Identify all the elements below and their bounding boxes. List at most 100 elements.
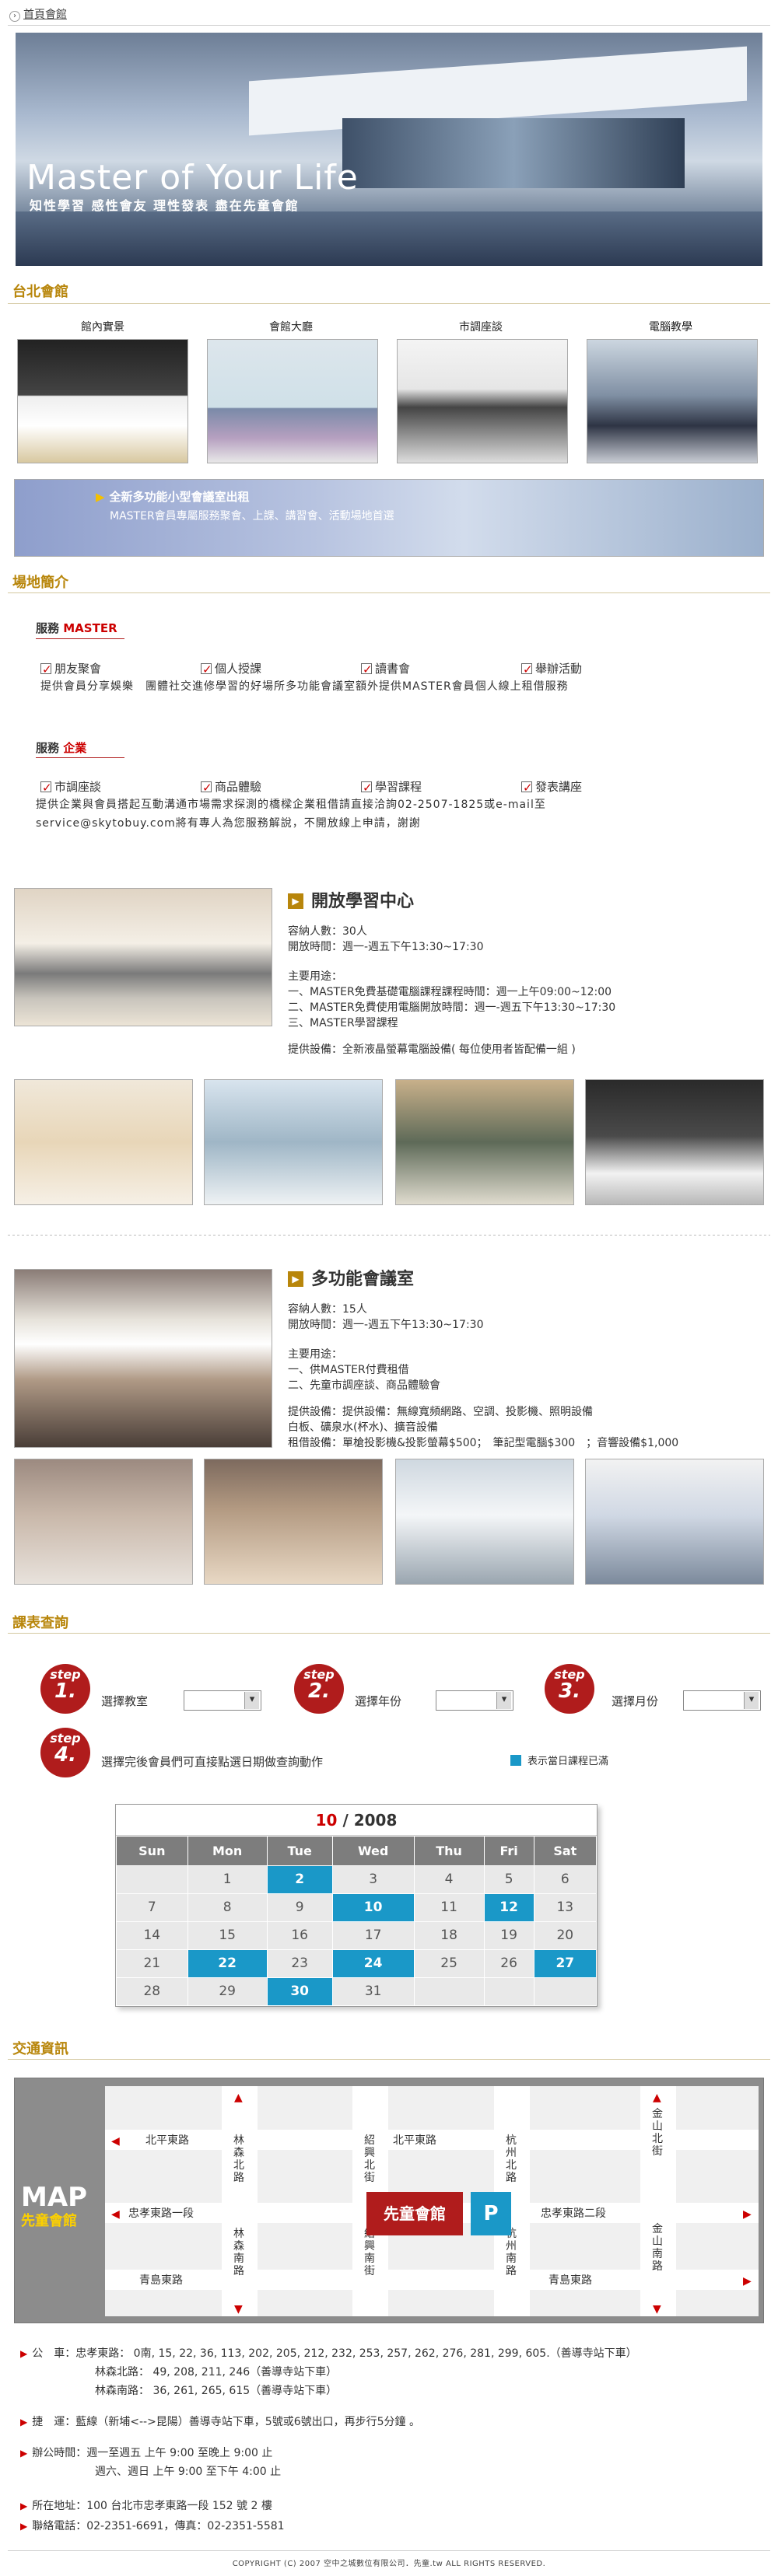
arrow-left-icon: ◀ bbox=[111, 2135, 120, 2148]
calendar-day[interactable]: 20 bbox=[533, 1921, 598, 1950]
calendar-day[interactable]: 28 bbox=[116, 1977, 188, 2006]
calendar-week: 28 29 30 31 bbox=[116, 1977, 598, 2006]
check-icon bbox=[201, 778, 212, 797]
section-title-venue: 場地簡介 bbox=[12, 575, 68, 591]
calendar-week: 21 22 23 24 25 26 27 bbox=[116, 1949, 598, 1978]
room2-photo-3[interactable] bbox=[395, 1459, 574, 1585]
photo-label-survey: 市調座談 bbox=[459, 321, 503, 334]
calendar-day[interactable]: 27 bbox=[533, 1949, 598, 1978]
calendar-day[interactable]: 15 bbox=[187, 1921, 268, 1950]
underline bbox=[36, 757, 124, 758]
calendar-day[interactable]: 12 bbox=[483, 1893, 534, 1922]
calendar-day[interactable]: 14 bbox=[116, 1921, 188, 1950]
calendar-day[interactable]: 31 bbox=[331, 1977, 415, 2006]
road-label: 北平東路 bbox=[145, 2134, 189, 2147]
check-icon bbox=[361, 778, 373, 797]
calendar: 10 / 2008 Sun Mon Tue Wed Thu Fri Sat 12345678… bbox=[115, 1804, 598, 2007]
room1-photo-4[interactable] bbox=[585, 1079, 764, 1205]
calendar-day[interactable]: 23 bbox=[266, 1949, 333, 1978]
section-title-schedule: 課表查詢 bbox=[12, 1615, 68, 1631]
room2-photo-1[interactable] bbox=[14, 1459, 193, 1585]
calendar-day[interactable]: 16 bbox=[266, 1921, 333, 1950]
calendar-weekday: Thu bbox=[413, 1836, 485, 1866]
calendar-day[interactable]: 11 bbox=[413, 1893, 485, 1922]
calendar-grid: Sun Mon Tue Wed Thu Fri Sat 1 2 3 4 5 6 7 8 9 10 11 12 13 1… bbox=[116, 1836, 598, 2006]
calendar-day[interactable]: 26 bbox=[483, 1949, 534, 1978]
traffic-hours: ▶ 辦公時間：週一至週五 上午 9:00 至晚上 9:00 止 bbox=[20, 2445, 272, 2462]
breadcrumb[interactable]: › 首頁會館 bbox=[9, 6, 67, 23]
calendar-day[interactable]: 25 bbox=[413, 1949, 485, 1978]
photo-survey[interactable] bbox=[397, 339, 568, 463]
service-enterprise-desc-1: 提供企業與會員搭起互動溝通市場需求探測的橋樑企業租借請直接洽詢02-2507-1… bbox=[36, 799, 546, 811]
room2-photo-4[interactable] bbox=[585, 1459, 764, 1585]
calendar-header: 10 / 2008 bbox=[116, 1805, 597, 1836]
hero-subtitle: 知性學習 感性會友 理性發表 盡在先童會館 bbox=[30, 198, 300, 213]
triangle-icon: ▶ bbox=[20, 2521, 28, 2532]
calendar-day[interactable]: 3 bbox=[331, 1865, 415, 1894]
photo-interior[interactable] bbox=[17, 339, 188, 463]
divider bbox=[8, 25, 770, 26]
room2-photo-2[interactable] bbox=[204, 1459, 383, 1585]
step-2-badge: step 2. bbox=[294, 1664, 344, 1714]
step-1-badge: step 1. bbox=[40, 1664, 90, 1714]
calendar-weekday: Tue bbox=[266, 1836, 333, 1866]
room1-photo-3[interactable] bbox=[395, 1079, 574, 1205]
calendar-day[interactable]: 5 bbox=[483, 1865, 534, 1894]
year-select[interactable] bbox=[436, 1690, 513, 1711]
check-icon bbox=[40, 660, 52, 679]
photo-label-interior: 館內實景 bbox=[81, 321, 124, 334]
calendar-empty-cell bbox=[116, 1865, 188, 1894]
banner-line1: 全新多功能小型會議室出租 bbox=[109, 490, 250, 504]
arrow-left-icon: ◀ bbox=[111, 2208, 120, 2221]
calendar-day[interactable]: 18 bbox=[413, 1921, 485, 1950]
map-building[interactable]: 先童會館 bbox=[366, 2192, 463, 2235]
photo-computer[interactable] bbox=[587, 339, 758, 463]
calendar-day[interactable]: 1 bbox=[187, 1865, 268, 1894]
room1-photo-1[interactable] bbox=[14, 1079, 193, 1205]
hero-banner: Master of Your Life 知性學習 感性會友 理性發表 盡在先童會… bbox=[16, 33, 762, 266]
calendar-day[interactable]: 9 bbox=[266, 1893, 333, 1922]
calendar-day[interactable]: 22 bbox=[187, 1949, 268, 1978]
road-label: 忠孝東路一段 bbox=[128, 2207, 194, 2220]
calendar-day[interactable]: 29 bbox=[187, 1977, 268, 2006]
footer: COPYRIGHT (C) 2007 空中之城數位有限公司．先童.tw ALL … bbox=[232, 2560, 546, 2568]
calendar-week: 123456 bbox=[116, 1865, 598, 1894]
parking-icon: P bbox=[471, 2192, 511, 2235]
calendar-day[interactable]: 30 bbox=[266, 1977, 333, 2006]
calendar-month: 10 bbox=[315, 1811, 338, 1830]
service-master-items: 朋友聚會個人授課讀書會舉辦活動 bbox=[40, 659, 682, 679]
calendar-empty-cell bbox=[413, 1977, 485, 2006]
arrow-right-icon: ▶ bbox=[743, 2275, 752, 2288]
calendar-day[interactable]: 21 bbox=[116, 1949, 188, 1978]
arrow-up-icon: ▲ bbox=[653, 2092, 661, 2104]
calendar-day[interactable]: 13 bbox=[533, 1893, 598, 1922]
month-select[interactable] bbox=[683, 1690, 761, 1711]
meeting-room-banner[interactable]: ▶ 全新多功能小型會議室出租 MASTER會員專屬服務聚會、上課、講習會、活動場地… bbox=[14, 479, 764, 557]
classroom-select[interactable] bbox=[184, 1690, 261, 1711]
calendar-day[interactable]: 2 bbox=[266, 1865, 333, 1894]
map-area: 北平東路 北平東路 忠孝東路一段 忠孝東路二段 青島東路 青島東路 林森北路 紹… bbox=[105, 2086, 759, 2316]
calendar-day[interactable]: 17 bbox=[331, 1921, 415, 1950]
calendar-weekday: Fri bbox=[483, 1836, 534, 1866]
calendar-week: 7 8 9 10 11 12 13 bbox=[116, 1893, 598, 1922]
calendar-day[interactable]: 24 bbox=[331, 1949, 415, 1978]
calendar-empty-cell bbox=[533, 1977, 598, 2006]
calendar-weekday: Sun bbox=[116, 1836, 188, 1866]
calendar-day[interactable]: 6 bbox=[533, 1865, 598, 1894]
service-master-desc: 提供會員分享娛樂 團體社交進修學習的好場所多功能會議室額外提供MASTER會員個… bbox=[40, 680, 569, 693]
calendar-day[interactable]: 19 bbox=[483, 1921, 534, 1950]
underline bbox=[36, 638, 124, 639]
room1-photo-2[interactable] bbox=[204, 1079, 383, 1205]
photo-lobby[interactable] bbox=[207, 339, 378, 463]
home-icon: › bbox=[9, 11, 20, 22]
calendar-weekday: Sat bbox=[533, 1836, 598, 1866]
play-icon: ▶ bbox=[288, 1271, 303, 1287]
step-3-badge: step 3. bbox=[545, 1664, 594, 1714]
triangle-icon: ▶ bbox=[20, 2417, 28, 2427]
road-label: 林森南路 bbox=[233, 2228, 244, 2278]
calendar-day[interactable]: 4 bbox=[413, 1865, 485, 1894]
calendar-day[interactable]: 7 bbox=[116, 1893, 188, 1922]
calendar-day[interactable]: 10 bbox=[331, 1893, 415, 1922]
service-enterprise-desc-2: service@skytobuy.com將有專人為您服務解說，不開放線上申請，謝… bbox=[36, 817, 421, 830]
calendar-day[interactable]: 8 bbox=[187, 1893, 268, 1922]
